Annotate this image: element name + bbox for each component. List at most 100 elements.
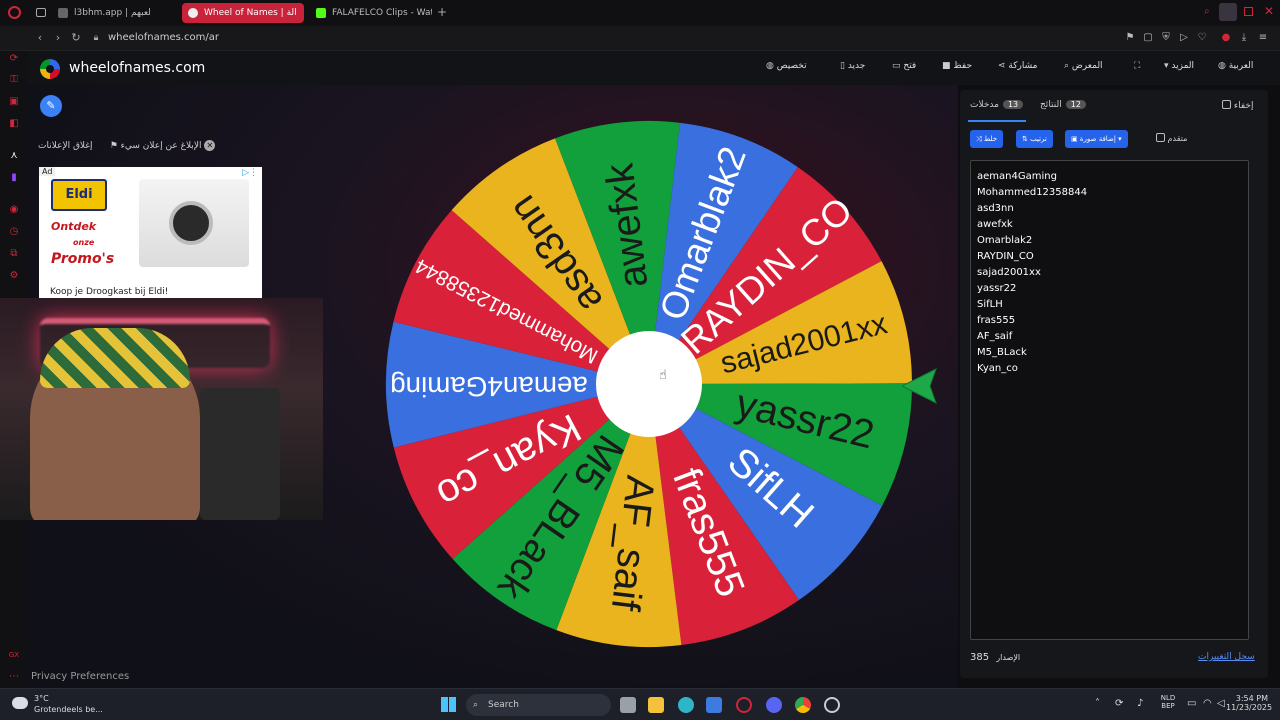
history-icon[interactable]: ◷ xyxy=(8,226,20,238)
kick-icon[interactable]: ⋏ xyxy=(8,150,20,162)
taskbar-search[interactable]: ⌕ Search xyxy=(466,694,611,716)
crypto-wallet-icon[interactable]: ⚿ xyxy=(8,74,20,86)
tab-l3bhm[interactable]: l3bhm.app | لعبهم xyxy=(52,3,177,23)
tab-entries[interactable]: مدخلات 13 xyxy=(970,100,1024,110)
system-clock[interactable]: 3:54 PM 11/23/2025 xyxy=(1226,694,1273,712)
entry-line: asd3nn xyxy=(977,203,1014,214)
microphone-icon[interactable]: ♪ xyxy=(1137,698,1143,709)
adchoices-icon[interactable]: ▷⋮ xyxy=(242,168,258,178)
results-count-badge: 12 xyxy=(1065,100,1086,109)
new-tab-button[interactable]: + xyxy=(437,5,447,19)
advertisement[interactable]: Ad ▷⋮ Eldi Ontdek onze Promo's Koop je D… xyxy=(39,167,262,299)
privacy-preferences-link[interactable]: Privacy Preferences xyxy=(31,671,129,682)
windows-taskbar: 3°C Grotendeels be... ⌕ Search ˄ ⟳ ♪ NLD… xyxy=(0,688,1280,720)
edit-pencil-icon[interactable]: ✎ xyxy=(40,95,62,117)
entry-line: sajad2001xx xyxy=(977,267,1041,278)
tab-wheel-of-names[interactable]: Wheel of Names | الة xyxy=(182,3,304,23)
fullscreen-button[interactable]: ⛶ xyxy=(1128,61,1140,71)
chrome-icon[interactable] xyxy=(795,697,811,713)
site-title[interactable]: wheelofnames.com xyxy=(69,60,205,76)
player-icon[interactable]: ◉ xyxy=(8,204,20,216)
search-tabs-icon[interactable]: ⌕ xyxy=(1204,6,1210,17)
app-icon[interactable] xyxy=(824,697,840,713)
gx-corner-icon[interactable]: ◧ xyxy=(8,118,20,130)
advanced-checkbox[interactable]: متقدم xyxy=(1152,133,1187,143)
tray-sync-icon[interactable]: ⟳ xyxy=(1115,698,1123,709)
store-icon[interactable] xyxy=(706,697,722,713)
entries-textarea[interactable]: aeman4Gaming Mohammed12358844 asd3nn awe… xyxy=(970,160,1249,640)
new-button[interactable]: ▯ جديد xyxy=(834,61,865,71)
add-image-button[interactable]: ▣ إضافة صورة ▾ xyxy=(1065,130,1128,148)
menu-icon[interactable]: ≡ xyxy=(1257,32,1269,44)
reload-icon[interactable]: ↻ xyxy=(70,32,82,44)
input-language[interactable]: NLD BEP xyxy=(1158,694,1178,710)
settings-icon[interactable]: ⚙ xyxy=(8,270,20,282)
download-icon[interactable]: ⤓ xyxy=(1238,32,1250,44)
weather-description: Grotendeels be... xyxy=(34,705,103,714)
minimize-icon[interactable] xyxy=(1219,3,1237,21)
open-button[interactable]: ▭ فتح xyxy=(886,61,916,71)
language-button[interactable]: ◍ العربية xyxy=(1212,61,1253,71)
snapshot-icon[interactable]: ▢ xyxy=(1142,32,1154,44)
changelog-link[interactable]: سجل التغييرات xyxy=(1198,652,1255,662)
entry-line: fras555 xyxy=(977,315,1016,326)
save-button[interactable]: ■ حفظ xyxy=(936,61,972,71)
volume-icon[interactable]: ◁ xyxy=(1217,698,1225,709)
wheel[interactable]: aeman4GamingMohammed12358844asd3nnawefxk… xyxy=(384,119,914,649)
easy-files-icon[interactable]: ▷ xyxy=(1178,32,1190,44)
sort-button[interactable]: ⇅ ترتيب xyxy=(1016,130,1053,148)
workspaces-icon[interactable] xyxy=(36,8,46,17)
clock-date: 11/23/2025 xyxy=(1226,703,1273,712)
save-icon: ■ xyxy=(942,61,951,71)
entries-panel: مدخلات 13 النتائج 12 إخفاء ⤨ خلط ⇅ ترتيب ▣… xyxy=(960,90,1268,678)
share-button[interactable]: ⋖ مشاركة xyxy=(992,61,1037,71)
display-icon[interactable]: ▭ xyxy=(1187,698,1196,709)
customize-button[interactable]: ◍ تخصيص xyxy=(760,61,807,71)
opera-gx-icon[interactable] xyxy=(736,697,752,713)
back-icon[interactable]: ‹ xyxy=(34,32,46,44)
close-ads-label: إغلاق الإعلانات xyxy=(38,141,93,151)
entry-line: Mohammed12358844 xyxy=(977,187,1088,198)
edge-icon[interactable] xyxy=(678,697,694,713)
tab-falafelco[interactable]: FALAFELCO Clips - Watch xyxy=(310,3,432,23)
report-ad-link[interactable]: الإبلاغ عن إعلان سيء ⚑ xyxy=(110,141,202,151)
forward-icon[interactable]: › xyxy=(52,32,64,44)
tab-title: l3bhm.app | لعبهم xyxy=(74,8,151,18)
wheel-center-hub[interactable] xyxy=(596,331,702,437)
hide-label: إخفاء xyxy=(1233,101,1254,111)
messenger-icon[interactable]: ▣ xyxy=(8,96,20,108)
version-number: 385 xyxy=(970,652,990,663)
wifi-icon[interactable]: ◠ xyxy=(1203,698,1212,709)
task-view-icon[interactable] xyxy=(620,697,636,713)
shield-icon[interactable]: ⛨ xyxy=(1160,32,1172,44)
entry-line: M5_BLack xyxy=(977,347,1027,358)
version-info: 385 الإصدار xyxy=(970,652,1020,663)
close-window-icon[interactable]: ✕ xyxy=(1264,4,1274,18)
more-button[interactable]: ▾ المزيد xyxy=(1158,61,1194,71)
language-label: العربية xyxy=(1228,61,1254,71)
heart-icon[interactable]: ♡ xyxy=(1196,32,1208,44)
discord-icon[interactable] xyxy=(766,697,782,713)
extensions-icon[interactable]: ⧉ xyxy=(8,248,20,260)
image-icon: ▣ xyxy=(1071,135,1078,143)
windows-start-icon[interactable] xyxy=(441,697,456,712)
profile-icon[interactable]: ● xyxy=(1220,32,1232,44)
twitch-icon[interactable]: ▮ xyxy=(8,172,20,184)
tray-chevron-icon[interactable]: ˄ xyxy=(1095,698,1100,709)
bookmark-icon[interactable]: ⚑ xyxy=(1124,32,1136,44)
hide-checkbox[interactable]: إخفاء xyxy=(1218,100,1253,111)
opera-logo-icon[interactable] xyxy=(8,6,21,19)
gallery-button[interactable]: ⌕ المعرض xyxy=(1058,61,1103,71)
tab-results[interactable]: النتائج 12 xyxy=(1040,100,1086,110)
kick-favicon-icon xyxy=(316,8,326,18)
url-field[interactable]: wheelofnames.com/ar xyxy=(108,32,219,43)
more-icon[interactable]: ⋯ xyxy=(8,671,20,683)
wheel-logo-icon[interactable] xyxy=(40,59,60,79)
aria-icon[interactable]: ⟳ xyxy=(8,53,20,65)
washer-image xyxy=(139,179,249,267)
shuffle-button[interactable]: ⤨ خلط xyxy=(970,130,1004,148)
browser-tab-bar: l3bhm.app | لعبهم Wheel of Names | الة F… xyxy=(0,0,1280,26)
file-explorer-icon[interactable] xyxy=(648,697,664,713)
restore-icon[interactable] xyxy=(1244,7,1253,16)
active-tab-indicator xyxy=(968,120,1026,122)
